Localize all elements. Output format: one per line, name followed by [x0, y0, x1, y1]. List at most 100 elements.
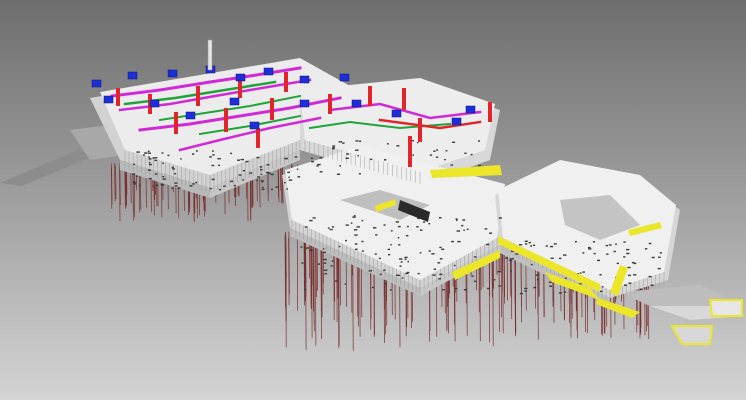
window	[387, 143, 389, 145]
window	[344, 283, 347, 285]
window	[456, 219, 458, 221]
foundation-pile	[111, 167, 113, 205]
window	[353, 215, 356, 217]
window	[304, 226, 308, 228]
window	[437, 262, 441, 264]
window	[519, 244, 523, 246]
window	[478, 140, 480, 142]
window	[419, 229, 423, 231]
window	[296, 168, 299, 170]
window	[319, 171, 323, 173]
window	[359, 140, 362, 142]
window	[405, 235, 409, 237]
window	[259, 166, 263, 168]
window	[144, 152, 148, 154]
window	[442, 289, 445, 291]
window	[549, 245, 554, 248]
window	[345, 224, 349, 226]
window	[456, 230, 461, 232]
window	[332, 147, 335, 149]
window	[132, 181, 136, 184]
window	[192, 183, 195, 185]
window	[212, 150, 214, 152]
window	[473, 256, 477, 258]
window	[444, 158, 446, 161]
window	[148, 158, 152, 160]
bim-building-model[interactable]	[0, 0, 746, 400]
window	[613, 250, 616, 253]
window	[510, 270, 512, 272]
window	[319, 157, 323, 159]
window	[601, 286, 604, 288]
window	[262, 186, 264, 189]
window	[545, 245, 548, 247]
ahu-unit	[339, 73, 350, 82]
window	[154, 159, 157, 162]
window	[172, 168, 175, 170]
window	[154, 173, 158, 175]
window	[368, 270, 372, 272]
window	[372, 227, 377, 229]
window	[405, 272, 409, 275]
window	[230, 152, 233, 155]
window	[354, 234, 358, 236]
window	[553, 243, 557, 245]
window	[396, 274, 399, 276]
window	[473, 280, 477, 282]
window	[352, 216, 356, 218]
window	[511, 257, 514, 260]
window	[338, 245, 341, 248]
foundation-pile	[514, 254, 517, 334]
window	[345, 157, 349, 159]
window	[606, 253, 609, 255]
window	[132, 173, 136, 175]
window	[174, 185, 178, 187]
window	[374, 253, 377, 255]
window	[429, 154, 433, 156]
window	[370, 158, 373, 161]
foundation-pile	[114, 163, 116, 202]
window	[361, 250, 364, 252]
window	[484, 228, 488, 230]
window	[487, 287, 490, 290]
window	[355, 149, 359, 151]
window	[463, 289, 467, 291]
window	[599, 274, 602, 276]
window	[361, 240, 364, 243]
window	[361, 219, 364, 222]
window	[412, 154, 414, 156]
window	[242, 179, 245, 181]
window	[133, 163, 136, 165]
window	[433, 150, 436, 152]
window	[275, 186, 279, 188]
window	[322, 248, 325, 250]
window	[404, 256, 408, 259]
window	[396, 145, 400, 147]
window	[401, 277, 404, 279]
foundation-pile	[285, 232, 287, 348]
window	[217, 158, 221, 160]
window	[323, 251, 326, 254]
window	[189, 185, 193, 187]
ahu-unit	[351, 99, 362, 108]
window	[323, 262, 327, 264]
window	[330, 265, 333, 267]
window	[356, 226, 360, 228]
window	[304, 288, 307, 291]
window	[489, 232, 493, 234]
window	[242, 170, 246, 172]
window	[406, 225, 409, 228]
window	[485, 243, 490, 246]
window	[230, 180, 234, 183]
window	[384, 283, 387, 285]
window	[167, 154, 170, 157]
window	[615, 243, 617, 245]
3d-model-viewport[interactable]	[0, 0, 746, 400]
window	[628, 282, 632, 284]
window	[196, 150, 198, 152]
window	[536, 279, 539, 281]
ahu-unit	[451, 117, 462, 126]
window	[387, 248, 390, 251]
ahu-unit	[465, 105, 476, 114]
window	[331, 226, 335, 228]
